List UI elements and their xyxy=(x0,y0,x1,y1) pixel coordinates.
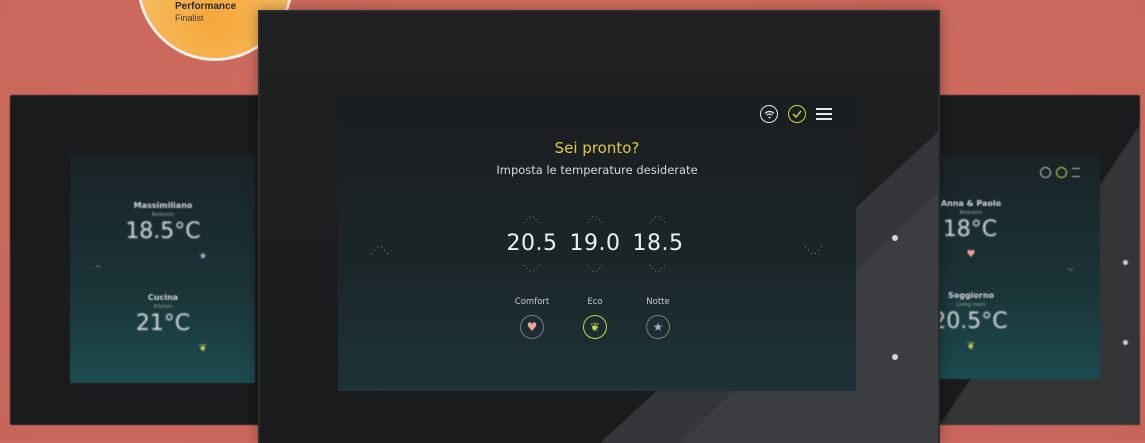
hardware-button-upper[interactable] xyxy=(892,235,898,241)
decrease-arrow-icon[interactable]: ⋱⋰ xyxy=(565,264,625,274)
increase-arrow-icon[interactable]: ⋰⋱ xyxy=(565,215,625,225)
mode-label: Eco xyxy=(587,297,603,307)
top-icons xyxy=(1040,167,1080,178)
room-name: Cucina xyxy=(147,293,179,302)
room-name: Anna & Paolo xyxy=(940,199,1002,208)
room-sub: Kitchen xyxy=(153,304,173,310)
temperature-setting-notte: ⋰⋱ 18.5 ⋱⋰ xyxy=(628,215,688,274)
temperature-value: 20.5 xyxy=(506,231,558,256)
mode-comfort[interactable]: Comfort ♥ xyxy=(502,297,562,339)
hardware-button[interactable] xyxy=(1123,340,1128,345)
screen-title: Sei pronto? xyxy=(554,139,640,157)
chevron-up-icon[interactable]: ⌃ xyxy=(92,263,104,279)
temperature-setting-eco: ⋰⋱ 19.0 ⋱⋰ xyxy=(565,215,625,274)
heart-icon[interactable]: ♥ xyxy=(520,315,544,339)
temperature-setting-comfort: ⋰⋱ 20.5 ⋱⋰ xyxy=(502,215,562,274)
heart-icon: ♥ xyxy=(966,249,976,260)
hardware-button[interactable] xyxy=(1123,260,1128,265)
mode-eco[interactable]: Eco ❦ xyxy=(565,297,625,339)
star-icon: ★ xyxy=(198,251,208,262)
room-temperature: 18.5°C xyxy=(125,219,201,244)
main-thermostat-device: Sei pronto? Imposta le temperature desid… xyxy=(258,10,940,443)
leaf-icon[interactable]: ❦ xyxy=(583,315,607,339)
decrease-arrow-icon[interactable]: ⋱⋰ xyxy=(502,264,562,274)
next-arrow-icon[interactable]: ⋱⋰ xyxy=(804,246,824,256)
check-icon[interactable] xyxy=(788,105,806,123)
thermostat-screen: Sei pronto? Imposta le temperature desid… xyxy=(338,91,856,391)
wifi-icon[interactable] xyxy=(760,105,778,123)
decrease-arrow-icon[interactable]: ⋱⋰ xyxy=(628,264,688,274)
screen-subtitle: Imposta le temperature desiderate xyxy=(496,163,698,177)
room-name: Massimiliano xyxy=(133,201,193,210)
badge-subtitle: Finalist xyxy=(175,13,204,23)
mode-notte[interactable]: Notte ★ xyxy=(628,297,688,339)
right-thermostat-device: Anna & Paolo Bedroom 18°C ♥ Soggiorno Li… xyxy=(905,95,1140,425)
increase-arrow-icon[interactable]: ⋰⋱ xyxy=(502,215,562,225)
temperature-value: 18.5 xyxy=(632,231,684,256)
room-sub: Living room xyxy=(956,302,986,308)
left-thermostat-device: Massimiliano Bedroom 18.5°C ★ Cucina Kit… xyxy=(10,95,270,425)
menu-icon[interactable] xyxy=(816,108,832,120)
status-icons xyxy=(760,105,832,123)
room-name: Soggiorno xyxy=(947,291,995,300)
star-icon[interactable]: ★ xyxy=(646,315,670,339)
room-sub: Bedroom xyxy=(151,212,175,218)
chevron-down-icon[interactable]: ⌄ xyxy=(1065,259,1077,275)
badge-title: Performance xyxy=(175,1,237,12)
previous-arrow-icon[interactable]: ⋰⋱ xyxy=(370,246,390,256)
menu-icon xyxy=(1072,168,1080,177)
temperature-value: 19.0 xyxy=(569,231,621,256)
room-sub: Bedroom xyxy=(959,210,983,216)
mode-label: Notte xyxy=(646,297,670,307)
left-device-screen: Massimiliano Bedroom 18.5°C ★ Cucina Kit… xyxy=(70,155,255,383)
check-icon xyxy=(1056,167,1067,178)
leaf-icon: ❦ xyxy=(198,343,208,354)
increase-arrow-icon[interactable]: ⋰⋱ xyxy=(628,215,688,225)
right-device-screen: Anna & Paolo Bedroom 18°C ♥ Soggiorno Li… xyxy=(932,155,1100,379)
leaf-icon: ❦ xyxy=(966,341,976,352)
mode-label: Comfort xyxy=(514,297,550,307)
hardware-button-lower[interactable] xyxy=(892,354,898,360)
room-temperature: 21°C xyxy=(135,311,191,336)
wifi-icon xyxy=(1040,167,1051,178)
